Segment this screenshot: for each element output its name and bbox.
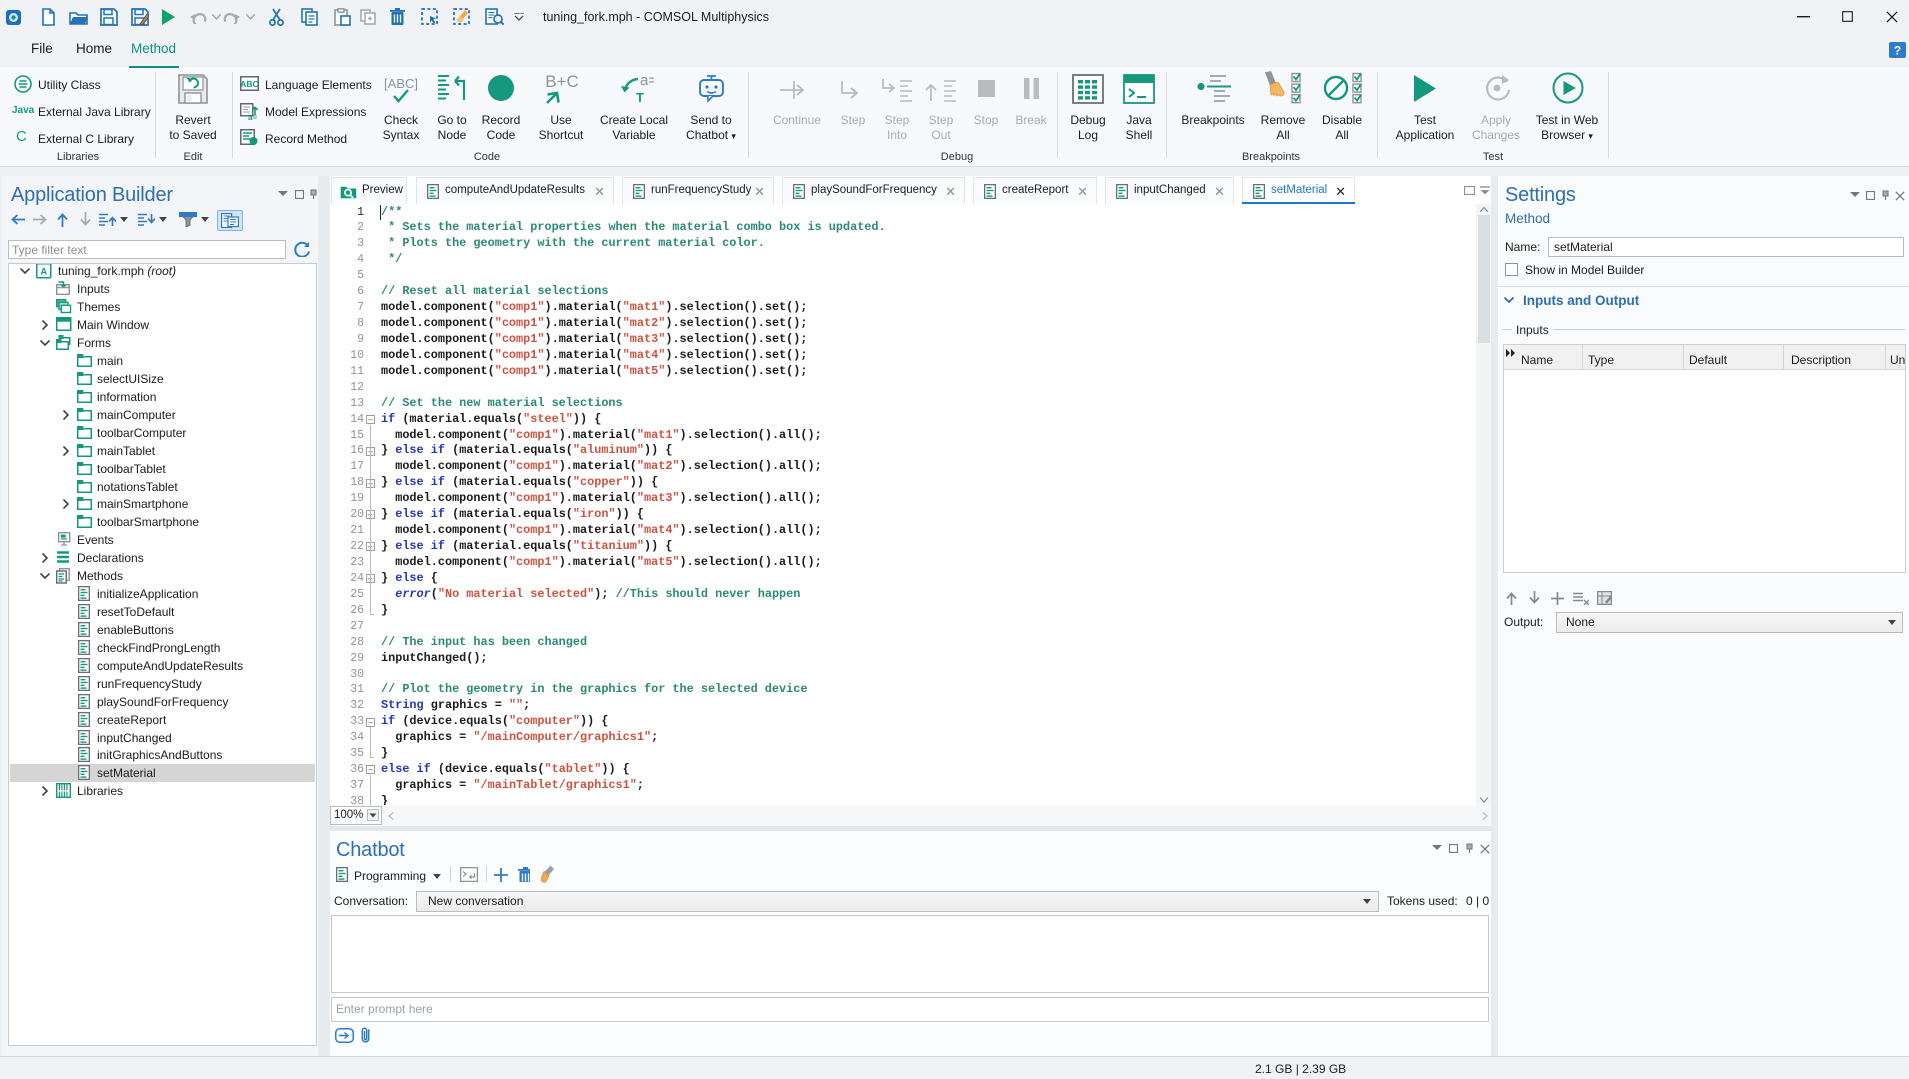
svg-text:A: A bbox=[40, 267, 47, 278]
svg-text:a=: a= bbox=[248, 113, 257, 120]
svg-text:ABC: ABC bbox=[240, 79, 258, 89]
svg-text:?: ? bbox=[1894, 44, 1901, 58]
